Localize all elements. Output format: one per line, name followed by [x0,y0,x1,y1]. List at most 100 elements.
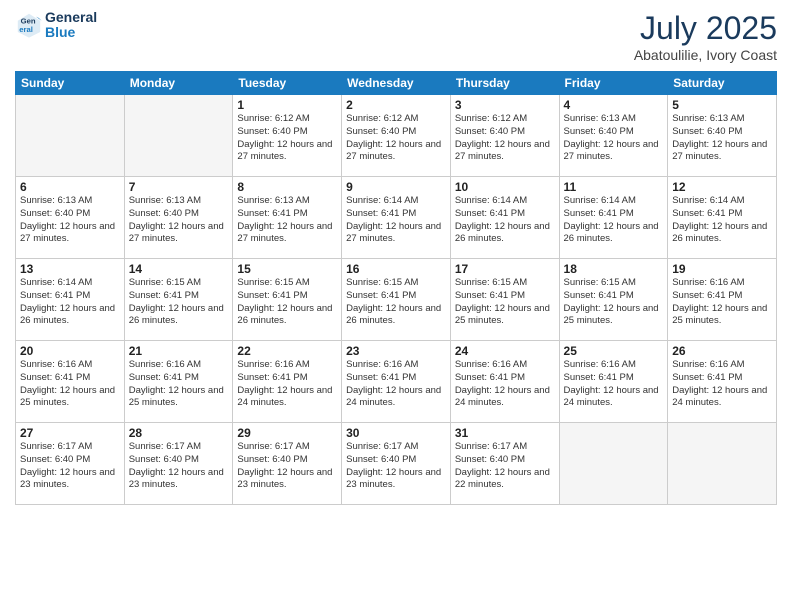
week-row-2: 6Sunrise: 6:13 AMSunset: 6:40 PMDaylight… [16,177,777,259]
sunrise-text: Sunrise: 6:14 AM [346,195,418,206]
day-number: 31 [455,426,555,440]
daylight-text: Daylight: 12 hours and 25 minutes. [455,303,550,327]
day-cell: 29Sunrise: 6:17 AMSunset: 6:40 PMDayligh… [233,423,342,505]
day-info: Sunrise: 6:17 AMSunset: 6:40 PMDaylight:… [455,441,555,492]
daylight-text: Daylight: 12 hours and 27 minutes. [237,139,332,163]
logo: Gen eral General Blue [15,10,97,41]
day-cell: 6Sunrise: 6:13 AMSunset: 6:40 PMDaylight… [16,177,125,259]
sunrise-text: Sunrise: 6:16 AM [564,359,636,370]
sunrise-text: Sunrise: 6:16 AM [237,359,309,370]
daylight-text: Daylight: 12 hours and 24 minutes. [237,385,332,409]
daylight-text: Daylight: 12 hours and 25 minutes. [20,385,115,409]
day-number: 15 [237,262,337,276]
day-cell [124,95,233,177]
sunrise-text: Sunrise: 6:15 AM [346,277,418,288]
day-info: Sunrise: 6:17 AMSunset: 6:40 PMDaylight:… [20,441,120,492]
day-cell: 5Sunrise: 6:13 AMSunset: 6:40 PMDaylight… [668,95,777,177]
sunrise-text: Sunrise: 6:15 AM [564,277,636,288]
daylight-text: Daylight: 12 hours and 25 minutes. [564,303,659,327]
day-cell: 15Sunrise: 6:15 AMSunset: 6:41 PMDayligh… [233,259,342,341]
day-number: 11 [564,180,664,194]
weekday-header-tuesday: Tuesday [233,72,342,95]
daylight-text: Daylight: 12 hours and 24 minutes. [346,385,441,409]
day-number: 13 [20,262,120,276]
daylight-text: Daylight: 12 hours and 24 minutes. [564,385,659,409]
day-info: Sunrise: 6:16 AM Sunset: 6:41 PM Daylight:… [20,359,120,410]
day-info: Sunrise: 6:16 AM Sunset: 6:41 PM Daylight:… [564,359,664,410]
daylight-text: Daylight: 12 hours and 27 minutes. [564,139,659,163]
weekday-header-row: SundayMondayTuesdayWednesdayThursdayFrid… [16,72,777,95]
sunrise-text: Sunrise: 6:14 AM [564,195,636,206]
day-info: Sunrise: 6:17 AMSunset: 6:40 PMDaylight:… [237,441,337,492]
sunrise-text: Sunrise: 6:17 AM [20,441,92,452]
daylight-text: Daylight: 12 hours and 25 minutes. [129,385,224,409]
day-cell: 1Sunrise: 6:12 AM Sunset: 6:40 PM Daylight… [233,95,342,177]
day-cell: 10Sunrise: 6:14 AMSunset: 6:41 PMDayligh… [450,177,559,259]
sunset-text: Sunset: 6:40 PM [237,126,307,137]
week-row-5: 27Sunrise: 6:17 AMSunset: 6:40 PMDayligh… [16,423,777,505]
day-cell [668,423,777,505]
day-cell: 20Sunrise: 6:16 AM Sunset: 6:41 PM Dayligh… [16,341,125,423]
daylight-text: Daylight: 12 hours and 26 minutes. [564,221,659,245]
weekday-header-saturday: Saturday [668,72,777,95]
sunrise-text: Sunrise: 6:12 AM [346,113,418,124]
weekday-header-sunday: Sunday [16,72,125,95]
sunrise-text: Sunrise: 6:16 AM [346,359,418,370]
day-info: Sunrise: 6:12 AMSunset: 6:40 PMDaylight:… [346,113,446,164]
sunset-text: Sunset: 6:41 PM [20,290,90,301]
sunrise-text: Sunrise: 6:12 AM [237,113,309,124]
day-cell: 7Sunrise: 6:13 AMSunset: 6:40 PMDaylight… [124,177,233,259]
day-number: 21 [129,344,229,358]
week-row-4: 20Sunrise: 6:16 AMSunset: 6:41 PMDayligh… [16,341,777,423]
svg-text:eral: eral [19,25,33,34]
sunset-text: Sunset: 6:41 PM [564,372,634,383]
day-number: 1 [237,98,337,112]
day-info: Sunrise: 6:15 AMSunset: 6:41 PMDaylight:… [564,277,664,328]
daylight-text: Daylight: 12 hours and 27 minutes. [455,139,550,163]
day-number: 27 [20,426,120,440]
sunrise-text: Sunrise: 6:14 AM [20,277,92,288]
daylight-text: Daylight: 12 hours and 26 minutes. [672,221,767,245]
day-info: Sunrise: 6:16 AMSunset: 6:41 PMDaylight:… [129,359,229,410]
weekday-header-monday: Monday [124,72,233,95]
day-info: Sunrise: 6:13 AMSunset: 6:40 PMDaylight:… [672,113,772,164]
day-number: 24 [455,344,555,358]
week-row-3: 13Sunrise: 6:14 AM Sunset: 6:41 PM Dayligh… [16,259,777,341]
day-cell [16,95,125,177]
sunrise-text: Sunrise: 6:13 AM [672,113,744,124]
daylight-text: Daylight: 12 hours and 27 minutes. [20,221,115,245]
day-number: 20 [20,344,120,358]
sunset-text: Sunset: 6:40 PM [346,126,416,137]
day-number: 22 [237,344,337,358]
sunset-text: Sunset: 6:41 PM [129,372,199,383]
day-info: Sunrise: 6:16 AMSunset: 6:41 PMDaylight:… [237,359,337,410]
day-info: Sunrise: 6:13 AMSunset: 6:40 PMDaylight:… [20,195,120,246]
day-info: Sunrise: 6:17 AMSunset: 6:40 PMDaylight:… [129,441,229,492]
day-number: 2 [346,98,446,112]
day-number: 16 [346,262,446,276]
sunrise-text: Sunrise: 6:16 AM [672,277,744,288]
day-number: 23 [346,344,446,358]
day-cell: 26Sunrise: 6:16 AMSunset: 6:41 PMDayligh… [668,341,777,423]
sunset-text: Sunset: 6:41 PM [346,290,416,301]
sunset-text: Sunset: 6:41 PM [455,290,525,301]
sunrise-text: Sunrise: 6:16 AM [20,359,92,370]
daylight-text: Daylight: 12 hours and 27 minutes. [346,221,441,245]
sunset-text: Sunset: 6:40 PM [129,208,199,219]
day-cell: 28Sunrise: 6:17 AMSunset: 6:40 PMDayligh… [124,423,233,505]
day-info: Sunrise: 6:14 AMSunset: 6:41 PMDaylight:… [346,195,446,246]
calendar-table: SundayMondayTuesdayWednesdayThursdayFrid… [15,71,777,505]
day-cell: 17Sunrise: 6:15 AMSunset: 6:41 PMDayligh… [450,259,559,341]
sunrise-text: Sunrise: 6:15 AM [129,277,201,288]
sunrise-text: Sunrise: 6:12 AM [455,113,527,124]
page: Gen eral General Blue July 2025 Abatouli… [0,0,792,612]
day-info: Sunrise: 6:14 AMSunset: 6:41 PMDaylight:… [672,195,772,246]
sunset-text: Sunset: 6:41 PM [455,372,525,383]
day-number: 25 [564,344,664,358]
sunrise-text: Sunrise: 6:15 AM [237,277,309,288]
day-number: 7 [129,180,229,194]
sunset-text: Sunset: 6:41 PM [20,372,90,383]
sunset-text: Sunset: 6:40 PM [20,208,90,219]
sunrise-text: Sunrise: 6:13 AM [237,195,309,206]
day-cell: 18Sunrise: 6:15 AMSunset: 6:41 PMDayligh… [559,259,668,341]
